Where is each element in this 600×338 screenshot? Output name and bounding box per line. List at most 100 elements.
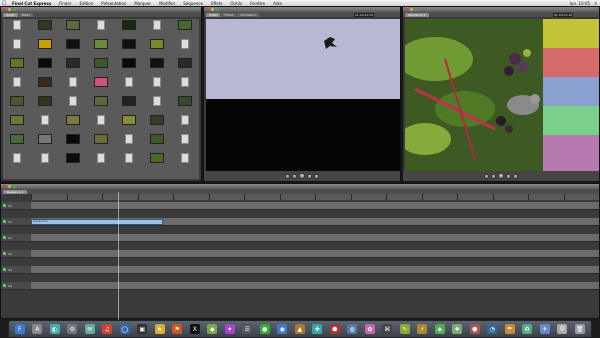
spotlight-icon[interactable]: ⚲: [594, 1, 597, 6]
browser-clip[interactable]: [31, 38, 59, 57]
menu-item-fenetre[interactable]: Fenêtre: [246, 1, 269, 6]
track-header[interactable]: A1: [1, 234, 31, 241]
zoom-icon[interactable]: [13, 185, 16, 188]
track-visibility-icon[interactable]: [3, 236, 6, 239]
play-button[interactable]: [299, 173, 305, 179]
dock-app-icon[interactable]: ●: [259, 324, 270, 334]
menu-item-finder[interactable]: Finder: [55, 1, 75, 6]
browser-clip[interactable]: [171, 114, 199, 133]
menu-item-edition[interactable]: Edition: [75, 1, 97, 6]
browser-clip[interactable]: [31, 133, 59, 152]
dock-app-icon[interactable]: ▣: [137, 324, 148, 334]
forward-button[interactable]: [314, 173, 319, 179]
dock-app-icon[interactable]: ▲: [294, 324, 305, 334]
rewind-button[interactable]: [285, 173, 290, 179]
track-visibility-icon[interactable]: [3, 284, 6, 287]
close-icon[interactable]: [206, 8, 209, 11]
browser-clip[interactable]: [87, 152, 115, 171]
browser-clip[interactable]: [143, 114, 171, 133]
browser-clip[interactable]: [3, 38, 31, 57]
minimize-icon[interactable]: [8, 8, 11, 11]
browser-clip[interactable]: [115, 38, 143, 57]
dock-app-icon[interactable]: ◯: [119, 324, 130, 334]
menu-app-name[interactable]: Final Cut Express: [8, 1, 55, 6]
track-lane[interactable]: [31, 202, 599, 209]
track-visibility-icon[interactable]: [3, 252, 6, 255]
step-back-button[interactable]: [491, 173, 496, 179]
track-visibility-icon[interactable]: [3, 204, 6, 207]
dock-app-icon[interactable]: F: [14, 324, 25, 334]
browser-clip[interactable]: [87, 95, 115, 114]
browser-clip[interactable]: [115, 152, 143, 171]
browser-clip[interactable]: [87, 76, 115, 95]
dock-app-icon[interactable]: ★: [154, 324, 165, 334]
track-lane[interactable]: Oiseau.mov: [31, 218, 599, 225]
browser-clip[interactable]: [143, 19, 171, 38]
browser-clip[interactable]: [31, 19, 59, 38]
browser-clip[interactable]: [143, 76, 171, 95]
track-lane[interactable]: [31, 266, 599, 273]
browser-clip[interactable]: [143, 57, 171, 76]
track-header[interactable]: V2: [1, 202, 31, 209]
browser-clip[interactable]: [87, 57, 115, 76]
browser-clip[interactable]: [171, 95, 199, 114]
browser-clip[interactable]: [3, 152, 31, 171]
browser-clip[interactable]: [171, 19, 199, 38]
dock-app-icon[interactable]: ⛭: [557, 324, 568, 334]
timeline-clip[interactable]: Oiseau.mov: [31, 219, 163, 225]
browser-clip[interactable]: [87, 19, 115, 38]
menu-item-outils[interactable]: Outils: [226, 1, 246, 6]
track-visibility-icon[interactable]: [3, 220, 6, 223]
menu-item-sequence[interactable]: Séquence: [179, 1, 207, 6]
step-back-button[interactable]: [292, 173, 297, 179]
browser-clip[interactable]: [171, 76, 199, 95]
minimize-icon[interactable]: [211, 8, 214, 11]
dock-app-icon[interactable]: ☂: [504, 324, 515, 334]
dock-app-icon[interactable]: ⌘: [382, 324, 393, 334]
browser-clip[interactable]: [143, 133, 171, 152]
browser-clip[interactable]: [3, 19, 31, 38]
browser-clip[interactable]: [3, 95, 31, 114]
browser-clip[interactable]: [171, 57, 199, 76]
zoom-icon[interactable]: [415, 8, 418, 11]
viewer-video-frame[interactable]: [206, 19, 400, 173]
dock-app-icon[interactable]: ◔: [487, 324, 498, 334]
tab-animation[interactable]: Animation: [237, 13, 259, 17]
forward-button[interactable]: [513, 173, 518, 179]
track-header[interactable]: V1: [1, 218, 31, 225]
dock-app-icon[interactable]: ◈: [434, 324, 445, 334]
dock-app-icon[interactable]: ❖: [452, 324, 463, 334]
browser-clip[interactable]: [31, 76, 59, 95]
dock-app-icon[interactable]: ☰: [242, 324, 253, 334]
browser-clip[interactable]: [3, 57, 31, 76]
browser-clip[interactable]: [171, 152, 199, 171]
dock-app-icon[interactable]: ⚡: [417, 324, 428, 334]
minimize-icon[interactable]: [410, 8, 413, 11]
browser-clip[interactable]: [143, 38, 171, 57]
dock-app-icon[interactable]: ♻: [522, 324, 533, 334]
browser-clip[interactable]: [115, 57, 143, 76]
zoom-icon[interactable]: [216, 8, 219, 11]
close-icon[interactable]: [3, 8, 6, 11]
browser-clip[interactable]: [115, 95, 143, 114]
browser-clip[interactable]: [115, 114, 143, 133]
menu-item-modifier[interactable]: Modifier: [155, 1, 179, 6]
dock-app-icon[interactable]: ✎: [399, 324, 410, 334]
step-forward-button[interactable]: [307, 173, 312, 179]
menu-item-marquer[interactable]: Marquer: [130, 1, 155, 6]
clock[interactable]: lun. 16:05: [570, 1, 590, 6]
browser-clip[interactable]: [59, 57, 87, 76]
track-lane[interactable]: [31, 282, 599, 289]
browser-clip[interactable]: [3, 133, 31, 152]
browser-clip[interactable]: [115, 76, 143, 95]
dock-app-icon[interactable]: ◍: [347, 324, 358, 334]
browser-clip[interactable]: [87, 114, 115, 133]
timeline-ruler[interactable]: [31, 194, 599, 200]
tab-video[interactable]: Vidéo: [206, 13, 221, 17]
browser-clip[interactable]: [171, 38, 199, 57]
browser-clip[interactable]: [115, 133, 143, 152]
browser-clip[interactable]: [59, 95, 87, 114]
dock-app-icon[interactable]: ✉: [84, 324, 95, 334]
browser-clip[interactable]: [143, 152, 171, 171]
dock-app-icon[interactable]: ◐: [49, 324, 60, 334]
